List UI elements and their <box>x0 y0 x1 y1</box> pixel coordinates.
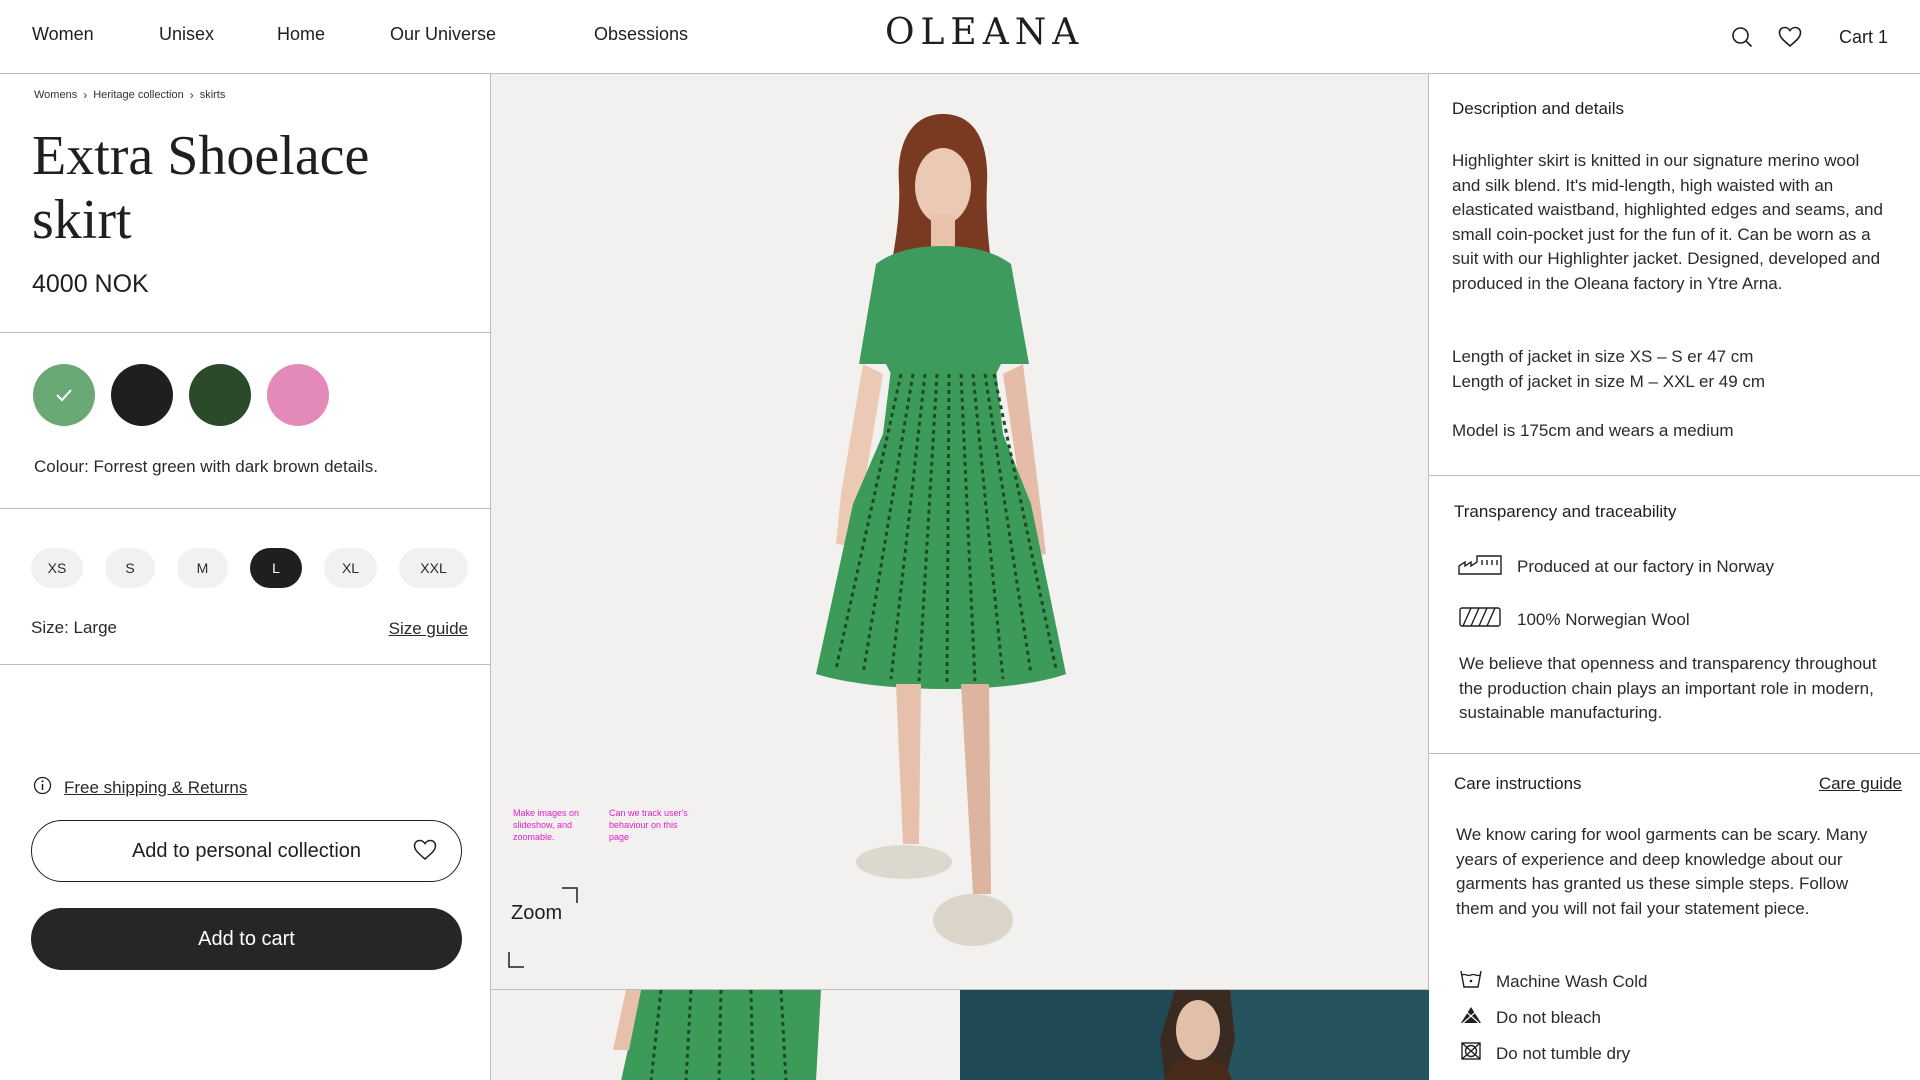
product-price: 4000 NOK <box>32 270 149 298</box>
designer-note: Can we track user's behaviour on this pa… <box>609 808 688 842</box>
chevron-right-icon: › <box>83 88 88 102</box>
nav-women[interactable]: Women <box>32 24 94 45</box>
transparency-text: We believe that openness and transparenc… <box>1459 654 1877 722</box>
thumbnail-2[interactable] <box>960 990 1429 1080</box>
model-photo <box>816 114 1066 946</box>
product-details-panel: Description and details Highlighter skir… <box>1429 74 1920 1080</box>
nav-unisex[interactable]: Unisex <box>159 24 214 45</box>
length-small: Length of jacket in size XS – S er 47 cm <box>1452 347 1754 366</box>
factory-row: Produced at our factory in Norway <box>1457 552 1774 581</box>
breadcrumb: Womens › Heritage collection › skirts <box>34 88 225 102</box>
shipping-link[interactable]: Free shipping & Returns <box>64 778 247 798</box>
care-guide-link[interactable]: Care guide <box>1819 774 1902 794</box>
size-xs[interactable]: XS <box>31 548 83 588</box>
divider <box>0 508 491 509</box>
wool-row: 100% Norwegian Wool <box>1457 605 1690 634</box>
designer-note: Make images on slideshow, and zoomable. <box>513 808 580 842</box>
breadcrumb-skirts[interactable]: skirts <box>200 89 226 101</box>
size-xxl[interactable]: XXL <box>399 548 468 588</box>
care-item-label: Machine Wash Cold <box>1496 971 1648 991</box>
zoom-button[interactable]: Zoom <box>511 902 562 925</box>
swatch-pink[interactable] <box>267 364 329 426</box>
heart-icon <box>413 839 437 867</box>
add-to-cart-button[interactable]: Add to cart <box>31 908 462 970</box>
size-xl[interactable]: XL <box>324 548 377 588</box>
cart-link[interactable]: Cart 1 <box>1839 27 1888 48</box>
no-bleach-icon <box>1460 1005 1482 1030</box>
breadcrumb-womens[interactable]: Womens <box>34 89 77 101</box>
add-to-collection-label: Add to personal collection <box>131 839 362 862</box>
shipping-info: Free shipping & Returns <box>33 776 247 800</box>
factory-icon <box>1457 552 1503 581</box>
no-tumble-dry-icon <box>1460 1041 1482 1066</box>
divider <box>1429 475 1920 476</box>
care-text: We know caring for wool garments can be … <box>1456 825 1868 918</box>
size-s[interactable]: S <box>105 548 155 588</box>
check-icon <box>56 389 72 402</box>
corner-bracket-icon <box>562 887 578 908</box>
divider <box>1429 753 1920 754</box>
thumbnail-1[interactable] <box>491 990 960 1080</box>
wool-icon <box>1457 605 1503 634</box>
nav-home[interactable]: Home <box>277 24 325 45</box>
care-item: Machine Wash Cold <box>1460 969 1648 994</box>
care-title: Care instructions <box>1454 774 1582 793</box>
product-title: Extra Shoelace skirt <box>32 125 370 251</box>
colour-label: Colour: Forrest green with dark brown de… <box>34 457 378 476</box>
care-item-label: Do not bleach <box>1496 1007 1601 1027</box>
factory-text: Produced at our factory in Norway <box>1517 556 1775 576</box>
colour-swatches <box>33 364 329 426</box>
brand-logo[interactable]: OLEANA <box>885 12 1084 53</box>
info-icon <box>33 776 52 800</box>
care-item: Do not tumble dry <box>1460 1041 1630 1066</box>
swatch-black[interactable] <box>111 364 173 426</box>
size-m[interactable]: M <box>177 548 228 588</box>
chevron-right-icon: › <box>189 88 194 102</box>
transparency-title: Transparency and traceability <box>1454 502 1677 521</box>
header-actions: Cart 1 <box>1729 0 1888 74</box>
corner-bracket-icon <box>508 952 524 973</box>
description-title: Description and details <box>1452 99 1624 118</box>
divider <box>0 664 491 665</box>
care-item: Do not bleach <box>1460 1005 1601 1030</box>
divider <box>0 332 491 333</box>
nav-obsessions[interactable]: Obsessions <box>594 24 688 45</box>
search-icon[interactable] <box>1729 24 1755 50</box>
product-image-main[interactable]: Make images on slideshow, and zoomable. … <box>491 74 1429 989</box>
size-guide-link[interactable]: Size guide <box>389 619 468 639</box>
wool-text: 100% Norwegian Wool <box>1517 609 1690 629</box>
swatch-forrest-green[interactable] <box>33 364 95 426</box>
description-text: Highlighter skirt is knitted in our sign… <box>1452 151 1883 293</box>
thumbnail-strip <box>491 989 1429 1080</box>
breadcrumb-heritage[interactable]: Heritage collection <box>93 89 184 101</box>
product-info-panel: Womens › Heritage collection › skirts Ex… <box>0 74 491 1080</box>
add-to-cart-label: Add to cart <box>198 927 295 950</box>
wash-icon <box>1460 969 1482 994</box>
size-selector: XS S M L XL XXL <box>31 548 468 588</box>
size-l[interactable]: L <box>250 548 302 588</box>
heart-icon[interactable] <box>1777 24 1803 50</box>
site-header: Women Unisex Home Our Universe Obsession… <box>0 0 1920 74</box>
swatch-dark-green[interactable] <box>189 364 251 426</box>
length-large: Length of jacket in size M – XXL er 49 c… <box>1452 372 1766 391</box>
nav-our-universe[interactable]: Our Universe <box>390 24 496 45</box>
care-item-label: Do not tumble dry <box>1496 1043 1631 1063</box>
model-info: Model is 175cm and wears a medium <box>1452 421 1734 440</box>
size-label: Size: Large <box>31 618 117 637</box>
add-to-collection-button[interactable]: Add to personal collection <box>31 820 462 882</box>
